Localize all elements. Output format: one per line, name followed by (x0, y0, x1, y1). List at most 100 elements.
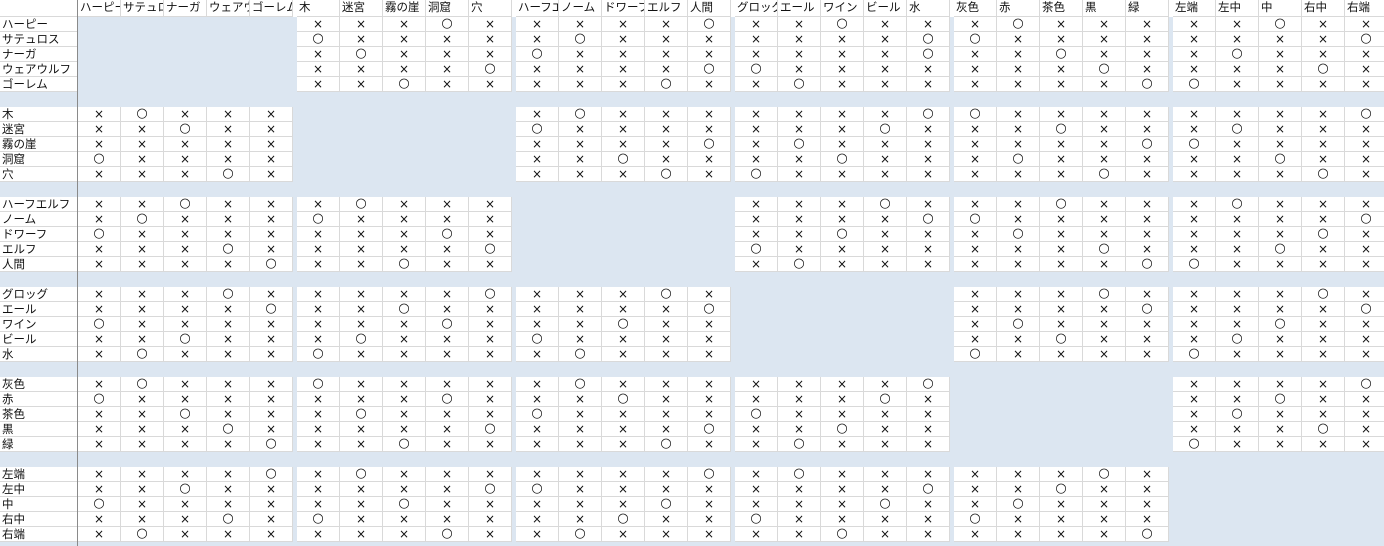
yes-mark[interactable]: ○ (383, 437, 426, 452)
no-mark[interactable]: × (1345, 167, 1384, 182)
no-mark[interactable]: × (778, 422, 821, 437)
no-mark[interactable]: × (735, 257, 778, 272)
column-header[interactable]: 霧の崖 (383, 0, 426, 17)
no-mark[interactable]: × (559, 482, 602, 497)
no-mark[interactable]: × (602, 377, 645, 392)
no-mark[interactable]: × (1083, 527, 1126, 542)
no-mark[interactable]: × (297, 287, 340, 302)
no-mark[interactable]: × (1216, 32, 1259, 47)
no-mark[interactable]: × (516, 302, 559, 317)
no-mark[interactable]: × (688, 77, 731, 92)
no-mark[interactable]: × (688, 167, 731, 182)
yes-mark[interactable]: ○ (469, 242, 512, 257)
no-mark[interactable]: × (250, 242, 293, 257)
no-mark[interactable]: × (735, 467, 778, 482)
row-label[interactable]: 穴 (0, 167, 78, 182)
no-mark[interactable]: × (864, 32, 907, 47)
no-mark[interactable]: × (735, 47, 778, 62)
no-mark[interactable]: × (1216, 227, 1259, 242)
no-mark[interactable]: × (1040, 62, 1083, 77)
no-mark[interactable]: × (1345, 437, 1384, 452)
no-mark[interactable]: × (778, 407, 821, 422)
no-mark[interactable]: × (954, 482, 997, 497)
no-mark[interactable]: × (821, 257, 864, 272)
no-mark[interactable]: × (821, 512, 864, 527)
no-mark[interactable]: × (645, 302, 688, 317)
no-mark[interactable]: × (516, 287, 559, 302)
no-mark[interactable]: × (426, 482, 469, 497)
no-mark[interactable]: × (1259, 407, 1302, 422)
column-header[interactable]: 赤 (997, 0, 1040, 17)
no-mark[interactable]: × (1216, 392, 1259, 407)
column-header[interactable]: 人間 (688, 0, 731, 17)
row-label[interactable]: 中 (0, 497, 78, 512)
row-label[interactable]: 迷宮 (0, 122, 78, 137)
no-mark[interactable]: × (1345, 62, 1384, 77)
no-mark[interactable]: × (1345, 257, 1384, 272)
no-mark[interactable]: × (1173, 422, 1216, 437)
no-mark[interactable]: × (164, 437, 207, 452)
no-mark[interactable]: × (1302, 302, 1345, 317)
no-mark[interactable]: × (78, 122, 121, 137)
no-mark[interactable]: × (426, 467, 469, 482)
no-mark[interactable]: × (121, 332, 164, 347)
no-mark[interactable]: × (907, 467, 950, 482)
no-mark[interactable]: × (121, 137, 164, 152)
no-mark[interactable]: × (469, 332, 512, 347)
yes-mark[interactable]: ○ (688, 137, 731, 152)
yes-mark[interactable]: ○ (778, 437, 821, 452)
no-mark[interactable]: × (559, 62, 602, 77)
column-header[interactable]: 中 (1259, 0, 1302, 17)
no-mark[interactable]: × (1173, 122, 1216, 137)
no-mark[interactable]: × (383, 212, 426, 227)
no-mark[interactable]: × (207, 122, 250, 137)
no-mark[interactable]: × (1216, 437, 1259, 452)
no-mark[interactable]: × (1302, 407, 1345, 422)
no-mark[interactable]: × (645, 137, 688, 152)
no-mark[interactable]: × (1040, 137, 1083, 152)
no-mark[interactable]: × (997, 287, 1040, 302)
no-mark[interactable]: × (164, 317, 207, 332)
no-mark[interactable]: × (297, 197, 340, 212)
no-mark[interactable]: × (688, 32, 731, 47)
yes-mark[interactable]: ○ (383, 497, 426, 512)
no-mark[interactable]: × (1345, 332, 1384, 347)
no-mark[interactable]: × (864, 257, 907, 272)
no-mark[interactable]: × (688, 107, 731, 122)
yes-mark[interactable]: ○ (864, 122, 907, 137)
no-mark[interactable]: × (1040, 212, 1083, 227)
yes-mark[interactable]: ○ (340, 467, 383, 482)
no-mark[interactable]: × (1173, 167, 1216, 182)
no-mark[interactable]: × (778, 47, 821, 62)
no-mark[interactable]: × (426, 77, 469, 92)
no-mark[interactable]: × (78, 212, 121, 227)
no-mark[interactable]: × (688, 287, 731, 302)
no-mark[interactable]: × (164, 497, 207, 512)
yes-mark[interactable]: ○ (1302, 62, 1345, 77)
no-mark[interactable]: × (121, 242, 164, 257)
no-mark[interactable]: × (207, 302, 250, 317)
column-header[interactable]: 緑 (1126, 0, 1169, 17)
no-mark[interactable]: × (469, 347, 512, 362)
no-mark[interactable]: × (1173, 242, 1216, 257)
no-mark[interactable]: × (297, 257, 340, 272)
no-mark[interactable]: × (1126, 62, 1169, 77)
no-mark[interactable]: × (1345, 137, 1384, 152)
no-mark[interactable]: × (78, 167, 121, 182)
no-mark[interactable]: × (1259, 437, 1302, 452)
no-mark[interactable]: × (297, 437, 340, 452)
yes-mark[interactable]: ○ (1216, 407, 1259, 422)
yes-mark[interactable]: ○ (1126, 302, 1169, 317)
yes-mark[interactable]: ○ (688, 17, 731, 32)
no-mark[interactable]: × (1216, 257, 1259, 272)
no-mark[interactable]: × (340, 377, 383, 392)
column-header[interactable]: サテュロス (121, 0, 164, 17)
no-mark[interactable]: × (340, 437, 383, 452)
column-header[interactable]: 迷宮 (340, 0, 383, 17)
no-mark[interactable]: × (1083, 497, 1126, 512)
no-mark[interactable]: × (954, 467, 997, 482)
yes-mark[interactable]: ○ (207, 512, 250, 527)
no-mark[interactable]: × (297, 302, 340, 317)
no-mark[interactable]: × (1126, 512, 1169, 527)
no-mark[interactable]: × (1126, 242, 1169, 257)
